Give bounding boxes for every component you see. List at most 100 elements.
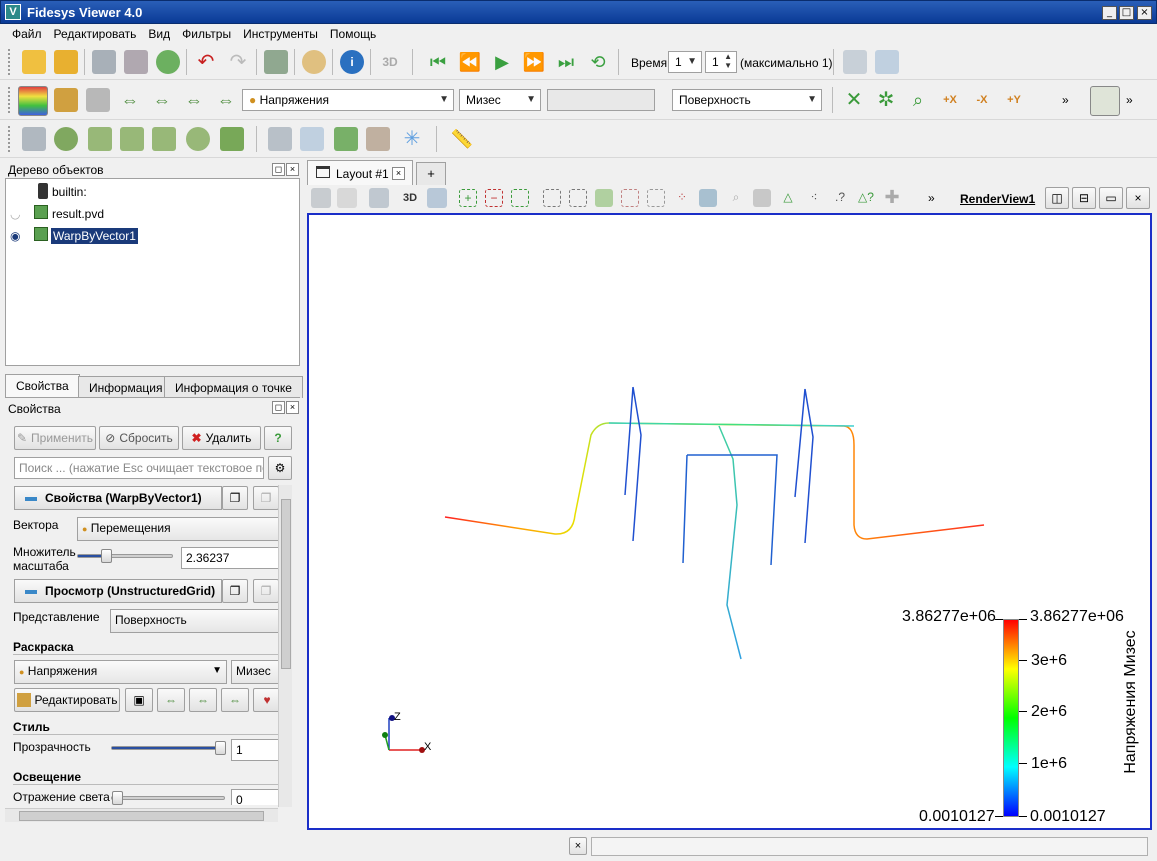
add-layout-button[interactable]: +: [416, 162, 446, 185]
properties-close-button[interactable]: ×: [286, 401, 299, 414]
specular-slider-thumb[interactable]: [112, 791, 123, 805]
pipeline-item-warp[interactable]: WarpByVector1: [51, 228, 138, 244]
vscroll-thumb[interactable]: [281, 499, 291, 669]
tab-point-info[interactable]: Информация о точке: [164, 376, 303, 398]
select-points-on-icon[interactable]: ⁘: [673, 189, 691, 207]
representation-select[interactable]: Поверхность: [110, 609, 287, 633]
visibility-on-icon[interactable]: ◉: [10, 229, 20, 243]
slice-icon[interactable]: [120, 127, 144, 151]
select-frustum-icon[interactable]: [595, 189, 613, 207]
representation-combo[interactable]: Поверхность ▼: [672, 89, 822, 111]
points-icon[interactable]: ⁖: [805, 189, 823, 207]
time-combo[interactable]: 1 ▼: [668, 51, 702, 73]
reset-button[interactable]: ⊘ Сбросить: [99, 426, 179, 450]
pipeline-item-result[interactable]: result.pvd: [52, 207, 104, 221]
color-component-combo[interactable]: Мизес ▼: [459, 89, 541, 111]
tab-properties[interactable]: Свойства: [5, 374, 80, 398]
zoom-to-data-icon[interactable]: [843, 50, 867, 74]
view-minus-x-icon[interactable]: -X: [970, 88, 994, 112]
save-folder-icon[interactable]: [54, 50, 78, 74]
menu-file[interactable]: Файл: [12, 27, 42, 41]
extract-subset-icon[interactable]: [186, 127, 210, 151]
clear-selection-icon[interactable]: ✚: [883, 188, 901, 207]
status-close-button[interactable]: ×: [569, 837, 587, 855]
apply-button[interactable]: ✎ Применить: [14, 426, 96, 450]
minimize-button[interactable]: _: [1102, 6, 1117, 20]
threshold-icon[interactable]: [152, 127, 176, 151]
reset-camera-closest-icon[interactable]: ✲: [874, 88, 898, 112]
opacity-slider[interactable]: [111, 741, 226, 755]
scale-input[interactable]: 2.36237: [181, 547, 287, 569]
tab-information[interactable]: Информация: [78, 376, 174, 398]
maximize-button[interactable]: □: [1119, 6, 1134, 20]
pipeline-item-builtin[interactable]: builtin:: [52, 185, 87, 199]
last-frame-icon[interactable]: ⏭: [554, 50, 578, 74]
edit-colormap-icon[interactable]: [86, 88, 110, 112]
rescale-custom-button[interactable]: ⇔: [189, 688, 217, 712]
axes-orient-icon[interactable]: [1090, 86, 1120, 116]
plot-over-time-icon[interactable]: [366, 127, 390, 151]
more-toolbar-chevron[interactable]: »: [1062, 93, 1069, 107]
rescale-time-button[interactable]: ⇔: [221, 688, 249, 712]
scale-slider[interactable]: [77, 549, 173, 563]
specular-slider[interactable]: [111, 791, 225, 805]
properties-vscrollbar[interactable]: [278, 485, 292, 807]
plot-histogram-icon[interactable]: [300, 127, 324, 151]
color-legend-icon[interactable]: [54, 88, 78, 112]
menu-tools[interactable]: Инструменты: [243, 27, 318, 41]
view-toolbar-more[interactable]: »: [928, 191, 935, 205]
help-button[interactable]: ?: [264, 426, 292, 450]
visibility-off-icon[interactable]: ◡: [10, 207, 20, 221]
reload-icon[interactable]: [156, 50, 180, 74]
copy-props-button[interactable]: ❐: [222, 486, 248, 510]
loop-icon[interactable]: ⟲: [586, 50, 610, 74]
view-plus-x-icon[interactable]: +X: [938, 88, 962, 112]
rescale-range-icon[interactable]: ⇔: [118, 88, 142, 112]
render-canvas[interactable]: X Z: [309, 215, 1150, 828]
colormap-preset-button[interactable]: ▣: [125, 688, 153, 712]
calculator-icon[interactable]: [22, 127, 46, 151]
camera-link-icon[interactable]: [264, 50, 288, 74]
palette-icon[interactable]: [302, 50, 326, 74]
plot-selection-icon[interactable]: [268, 127, 292, 151]
rescale-custom-icon[interactable]: ⇔: [150, 88, 174, 112]
vectors-combo[interactable]: ● Перемещения: [77, 517, 287, 541]
properties-float-button[interactable]: ◻: [272, 401, 285, 414]
contour-icon[interactable]: [54, 127, 78, 151]
first-frame-icon[interactable]: ⏮: [426, 50, 450, 74]
ruler-icon[interactable]: 📏: [450, 127, 474, 151]
paste-view-button[interactable]: ❐: [253, 579, 279, 603]
rescale-time-icon[interactable]: ⇔: [182, 88, 206, 112]
select-remove-icon[interactable]: −: [485, 189, 503, 207]
prev-frame-icon[interactable]: ⏪: [458, 50, 482, 74]
time-step-spinbox[interactable]: 1 ▲ ▼: [705, 51, 737, 73]
screenshot-icon[interactable]: [369, 188, 389, 208]
select-toggle-icon[interactable]: [511, 189, 529, 207]
plot-line-icon[interactable]: [334, 127, 358, 151]
scale-slider-thumb[interactable]: [101, 549, 112, 563]
open-folder-icon[interactable]: [22, 50, 46, 74]
close-window-button[interactable]: ×: [1137, 6, 1152, 20]
zoom-to-box-icon[interactable]: [427, 188, 447, 208]
advanced-settings-button[interactable]: ⚙: [268, 456, 292, 480]
rescale-visible-icon[interactable]: ⇔: [214, 88, 238, 112]
properties-search-input[interactable]: Поиск ... (нажатие Esc очищает текстовое…: [14, 457, 264, 479]
interactive-select-icon[interactable]: [699, 189, 717, 207]
favorite-button[interactable]: ♥: [253, 688, 281, 712]
section-view-header[interactable]: Просмотр (UnstructuredGrid): [14, 579, 222, 603]
close-view-button[interactable]: ×: [1126, 187, 1150, 209]
color-array-combo[interactable]: ● Напряжения ▼: [242, 89, 454, 111]
edit-colormap-button[interactable]: Редактировать: [14, 688, 120, 712]
menu-view[interactable]: Вид: [148, 27, 170, 41]
delete-button[interactable]: ✖ Удалить: [182, 426, 261, 450]
section-properties-header[interactable]: Свойства (WarpByVector1): [14, 486, 222, 510]
opacity-slider-thumb[interactable]: [215, 741, 226, 755]
zoom-box-icon[interactable]: [875, 50, 899, 74]
glyph-icon[interactable]: [220, 127, 244, 151]
select-add-icon[interactable]: +: [459, 189, 477, 207]
reset-camera-icon[interactable]: ✕: [842, 88, 866, 112]
play-icon[interactable]: ▶: [490, 50, 514, 74]
maximize-view-button[interactable]: ▭: [1099, 187, 1123, 209]
triangle-icon[interactable]: △: [779, 189, 797, 207]
camera-undo-icon[interactable]: [337, 188, 357, 208]
